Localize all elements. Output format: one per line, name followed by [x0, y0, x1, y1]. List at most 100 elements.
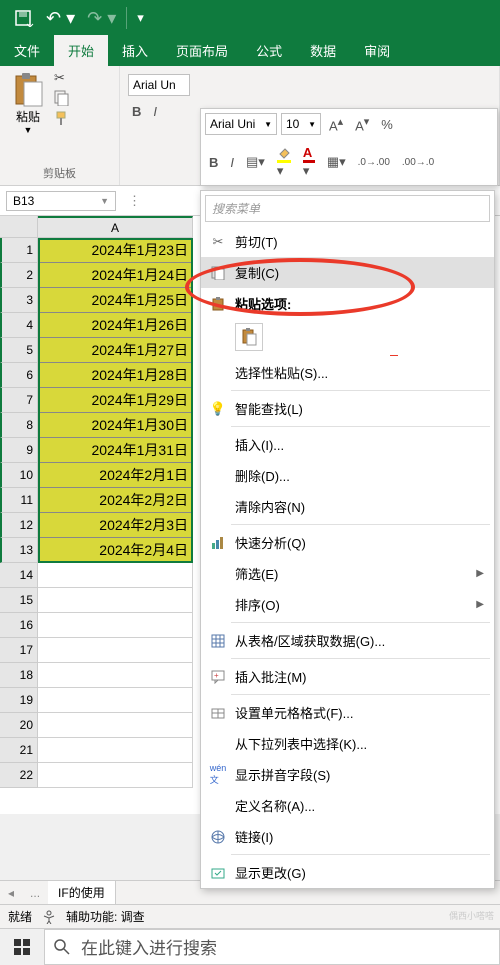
cell[interactable]	[38, 713, 193, 738]
mini-font-color-icon[interactable]: A▾	[299, 143, 319, 181]
cell[interactable]	[38, 663, 193, 688]
italic-button[interactable]: I	[149, 102, 161, 121]
mini-fill-icon[interactable]: ▾	[273, 144, 295, 181]
row-header[interactable]: 21	[0, 738, 38, 763]
row-header[interactable]: 9	[0, 438, 38, 463]
copy-icon[interactable]	[54, 90, 70, 106]
row-header[interactable]: 22	[0, 763, 38, 788]
ctx-filter[interactable]: 筛选(E)▶	[201, 558, 494, 589]
cell[interactable]: 2024年1月23日	[38, 238, 193, 263]
row-header[interactable]: 5	[0, 338, 38, 363]
row-header[interactable]: 14	[0, 563, 38, 588]
ctx-sort[interactable]: 排序(O)▶	[201, 589, 494, 620]
tab-home[interactable]: 开始	[54, 35, 108, 66]
ctx-format-cells[interactable]: 设置单元格格式(F)...	[201, 697, 494, 728]
ctx-paste-special[interactable]: 选择性粘贴(S)...	[201, 357, 494, 388]
row-header[interactable]: 18	[0, 663, 38, 688]
decrease-font-icon[interactable]: A▾	[351, 113, 373, 135]
cell[interactable]: 2024年1月25日	[38, 288, 193, 313]
cell[interactable]: 2024年1月27日	[38, 338, 193, 363]
tab-review[interactable]: 审阅	[350, 35, 404, 66]
cell[interactable]: 2024年1月30日	[38, 413, 193, 438]
cell[interactable]	[38, 763, 193, 788]
row-header[interactable]: 16	[0, 613, 38, 638]
row-header[interactable]: 17	[0, 638, 38, 663]
sheet-tab-active[interactable]: IF的使用	[48, 881, 116, 904]
cell[interactable]: 2024年2月3日	[38, 513, 193, 538]
ctx-get-data[interactable]: 从表格/区域获取数据(G)...	[201, 625, 494, 656]
row-header[interactable]: 13	[0, 538, 38, 563]
cell[interactable]	[38, 613, 193, 638]
qat-customize[interactable]: ▾	[137, 10, 144, 26]
paste-button[interactable]: 粘贴 ▼	[6, 70, 50, 137]
cut-icon[interactable]: ✂	[54, 70, 70, 86]
mini-format-icon[interactable]: ▦▾	[323, 152, 350, 172]
cell[interactable]	[38, 688, 193, 713]
row-header[interactable]: 1	[0, 238, 38, 263]
ctx-cut[interactable]: ✂ 剪切(T)	[201, 226, 494, 257]
taskbar-search[interactable]: 在此键入进行搜索	[44, 929, 500, 965]
row-header[interactable]: 20	[0, 713, 38, 738]
row-header[interactable]: 19	[0, 688, 38, 713]
row-header[interactable]: 6	[0, 363, 38, 388]
column-header-a[interactable]: A	[38, 216, 193, 238]
ctx-delete[interactable]: 删除(D)...	[201, 460, 494, 491]
ctx-show-changes[interactable]: 显示更改(G)	[201, 857, 494, 888]
row-header[interactable]: 7	[0, 388, 38, 413]
row-header[interactable]: 12	[0, 513, 38, 538]
format-painter-icon[interactable]	[54, 110, 70, 126]
ctx-copy[interactable]: 复制(C)	[201, 257, 494, 288]
accessibility-icon[interactable]	[42, 910, 56, 924]
context-search-input[interactable]: 搜索菜单	[205, 195, 490, 222]
tab-file[interactable]: 文件	[0, 35, 54, 66]
row-header[interactable]: 2	[0, 263, 38, 288]
ctx-define-name[interactable]: 定义名称(A)...	[201, 790, 494, 821]
row-header[interactable]: 4	[0, 313, 38, 338]
ctx-smart-lookup[interactable]: 💡 智能查找(L)	[201, 393, 494, 424]
increase-font-icon[interactable]: A▴	[325, 113, 347, 135]
ctx-insert[interactable]: 插入(I)...	[201, 429, 494, 460]
name-box[interactable]: B13 ▼	[6, 191, 116, 211]
start-button[interactable]	[0, 929, 44, 965]
bold-button[interactable]: B	[128, 102, 145, 121]
sheet-nav-prev[interactable]: ◂	[0, 886, 22, 900]
autosave-icon[interactable]	[14, 9, 34, 27]
tab-insert[interactable]: 插入	[108, 35, 162, 66]
cell[interactable]	[38, 588, 193, 613]
cell[interactable]: 2024年1月29日	[38, 388, 193, 413]
ctx-pinyin[interactable]: wén文 显示拼音字段(S)	[201, 759, 494, 790]
cell[interactable]: 2024年2月4日	[38, 538, 193, 563]
ctx-insert-comment[interactable]: + 插入批注(M)	[201, 661, 494, 692]
select-all-corner[interactable]	[0, 216, 38, 238]
cell[interactable]: 2024年1月24日	[38, 263, 193, 288]
cell[interactable]	[38, 738, 193, 763]
row-header[interactable]: 3	[0, 288, 38, 313]
mini-decimal-inc-icon[interactable]: .0→.00	[354, 155, 394, 170]
ctx-dropdown-select[interactable]: 从下拉列表中选择(K)...	[201, 728, 494, 759]
ctx-quick-analysis[interactable]: 快速分析(Q)	[201, 527, 494, 558]
cell[interactable]: 2024年2月2日	[38, 488, 193, 513]
tab-data[interactable]: 数据	[296, 35, 350, 66]
ctx-link[interactable]: 链接(I)	[201, 821, 494, 852]
cell[interactable]	[38, 563, 193, 588]
mini-decimal-dec-icon[interactable]: .00→.0	[398, 155, 438, 170]
row-header[interactable]: 8	[0, 413, 38, 438]
row-header[interactable]: 10	[0, 463, 38, 488]
tab-formulas[interactable]: 公式	[242, 35, 296, 66]
percent-button[interactable]: %	[377, 115, 397, 134]
row-header[interactable]: 11	[0, 488, 38, 513]
row-header[interactable]: 15	[0, 588, 38, 613]
formula-bar-expand[interactable]: ⋮	[122, 193, 147, 209]
mini-border-icon[interactable]: ▤▾	[242, 152, 269, 172]
cell[interactable]: 2024年1月28日	[38, 363, 193, 388]
mini-font-size[interactable]: 10▼	[281, 113, 321, 135]
mini-font-name[interactable]: Arial Uni▼	[205, 113, 277, 135]
cell[interactable]: 2024年1月26日	[38, 313, 193, 338]
cell[interactable]: 2024年1月31日	[38, 438, 193, 463]
cell[interactable]	[38, 638, 193, 663]
paste-option-default[interactable]	[235, 323, 263, 351]
undo-button[interactable]: ↶ ▾	[46, 8, 75, 29]
tab-layout[interactable]: 页面布局	[162, 35, 242, 66]
cell[interactable]: 2024年2月1日	[38, 463, 193, 488]
mini-bold[interactable]: B	[205, 153, 222, 172]
